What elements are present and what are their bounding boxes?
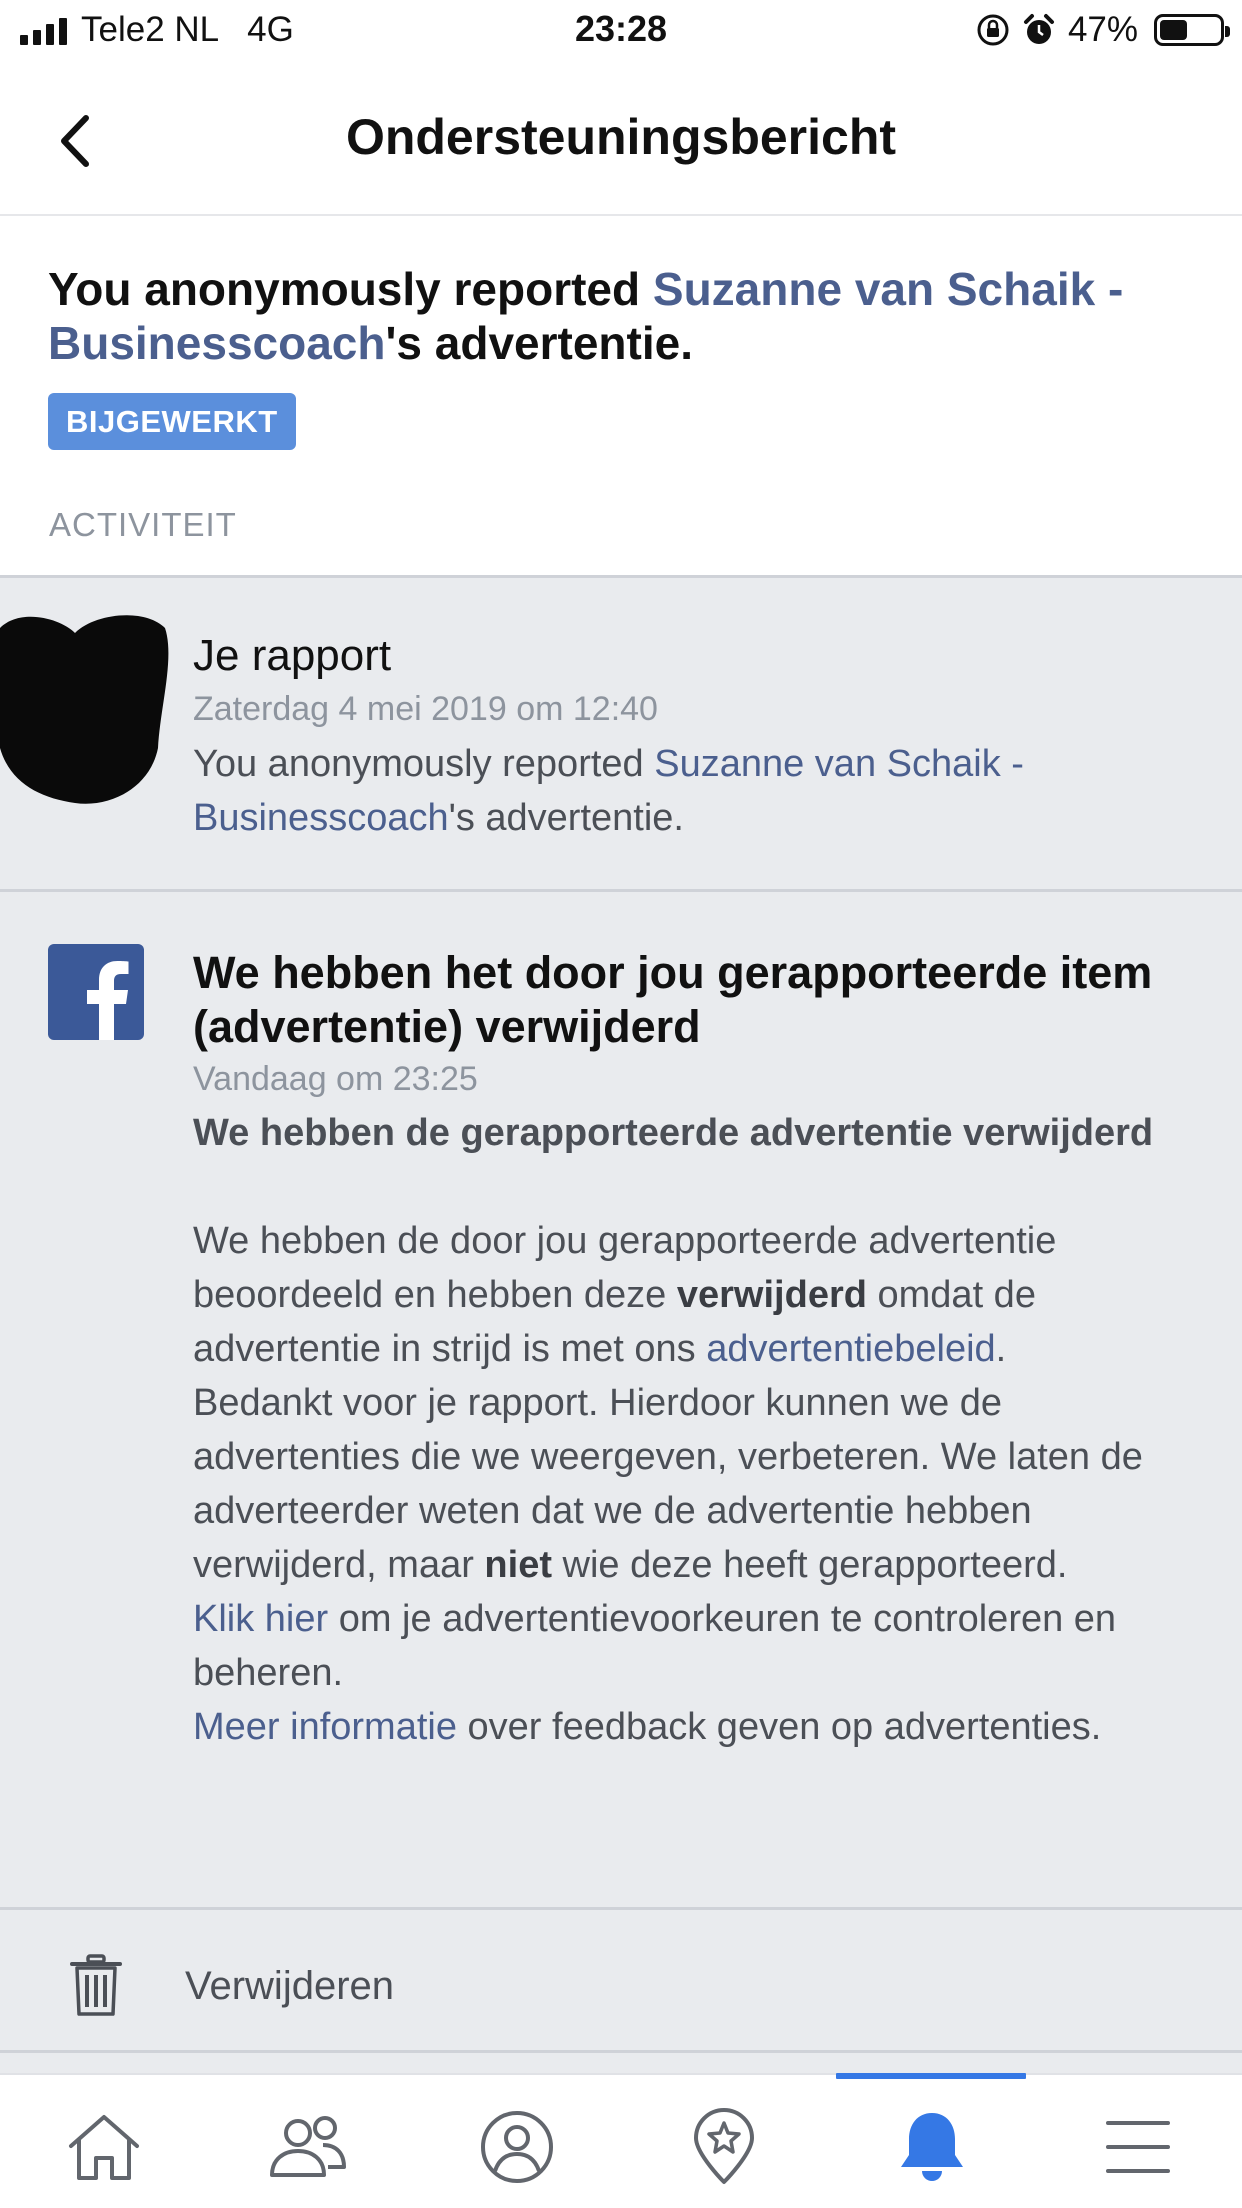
p3-text: om je advertentievoorkeuren te controler… xyxy=(193,1598,1117,1694)
headline-text-after: 's advertentie. xyxy=(385,317,693,369)
report-activity-item: Je rapport Zaterdag 4 mei 2019 om 12:40 … xyxy=(0,578,1242,892)
activity-section-label: ACTIVITEIT xyxy=(49,506,237,543)
p1-text-3: . xyxy=(995,1328,1007,1370)
tab-explore[interactable] xyxy=(674,2097,774,2197)
battery-fill xyxy=(1160,20,1187,40)
p2-bold: niet xyxy=(484,1544,552,1586)
status-bar: Tele2 NL 4G 23:28 47% xyxy=(0,0,1242,64)
trash-icon xyxy=(70,1954,122,2016)
update-title: We hebben het door jou gerapporteerde it… xyxy=(193,947,1153,1052)
friends-icon xyxy=(270,2116,346,2177)
tab-bar xyxy=(0,2073,1242,2208)
active-tab-indicator xyxy=(836,2073,1026,2079)
tab-home[interactable] xyxy=(54,2097,154,2197)
battery-icon xyxy=(1154,14,1230,46)
p1-bold: verwijderd xyxy=(676,1274,867,1316)
delete-button[interactable]: Verwijderen xyxy=(0,1913,1242,2053)
status-right: 47% xyxy=(976,10,1230,50)
update-body: We hebben de door jou gerapporteerde adv… xyxy=(193,1214,1213,1754)
update-activity-item: We hebben het door jou gerapporteerde it… xyxy=(0,895,1242,1910)
ad-policy-link[interactable]: advertentiebeleid xyxy=(706,1328,995,1370)
report-text-after: 's advertentie. xyxy=(448,797,684,839)
facebook-logo-icon xyxy=(48,944,144,1040)
tab-menu[interactable] xyxy=(1088,2097,1188,2197)
click-here-link[interactable]: Klik hier xyxy=(193,1598,328,1640)
update-date: Vandaag om 23:25 xyxy=(193,1060,478,1098)
notifications-icon xyxy=(901,2113,963,2181)
page-title: Ondersteuningsbericht xyxy=(345,109,897,165)
report-headline: You anonymously reported Suzanne van Sch… xyxy=(48,262,1198,370)
p2-text-2: wie deze heeft gerapporteerd. xyxy=(551,1544,1068,1586)
report-text-before: You anonymously reported xyxy=(193,743,655,785)
update-paragraph-1: We hebben de door jou gerapporteerde adv… xyxy=(193,1214,1213,1376)
report-date: Zaterdag 4 mei 2019 om 12:40 xyxy=(193,690,658,728)
update-paragraph-2: Bedankt voor je rapport. Hierdoor kunnen… xyxy=(193,1376,1213,1592)
tab-notifications[interactable] xyxy=(882,2097,982,2197)
report-title: Je rapport xyxy=(193,631,392,680)
update-paragraph-4: Meer informatie over feedback geven op a… xyxy=(193,1700,1213,1754)
battery-percent: 47% xyxy=(1067,10,1138,49)
explore-icon xyxy=(694,2108,754,2184)
avatar xyxy=(0,615,169,804)
report-description: You anonymously reported Suzanne van Sch… xyxy=(193,737,1173,845)
delete-label: Verwijderen xyxy=(185,1964,395,2008)
profile-icon xyxy=(481,2111,553,2183)
orientation-lock-icon xyxy=(977,14,1009,46)
nav-bar: Ondersteuningsbericht xyxy=(0,64,1242,216)
p4-text: over feedback geven op advertenties. xyxy=(456,1706,1102,1748)
update-paragraph-3: Klik hier om je advertentievoorkeuren te… xyxy=(193,1592,1213,1700)
activity-feed: Je rapport Zaterdag 4 mei 2019 om 12:40 … xyxy=(0,575,1242,2073)
alarm-icon xyxy=(1023,14,1054,44)
menu-icon xyxy=(1106,2121,1170,2173)
more-info-link[interactable]: Meer informatie xyxy=(193,1706,457,1748)
tab-profile[interactable] xyxy=(467,2097,567,2197)
headline-text-before: You anonymously reported xyxy=(48,263,653,315)
tab-friends[interactable] xyxy=(258,2097,358,2197)
update-subtitle: We hebben de gerapporteerde advertentie … xyxy=(193,1112,1154,1154)
home-icon xyxy=(69,2115,139,2180)
status-badge: BIJGEWERKT xyxy=(48,393,296,450)
